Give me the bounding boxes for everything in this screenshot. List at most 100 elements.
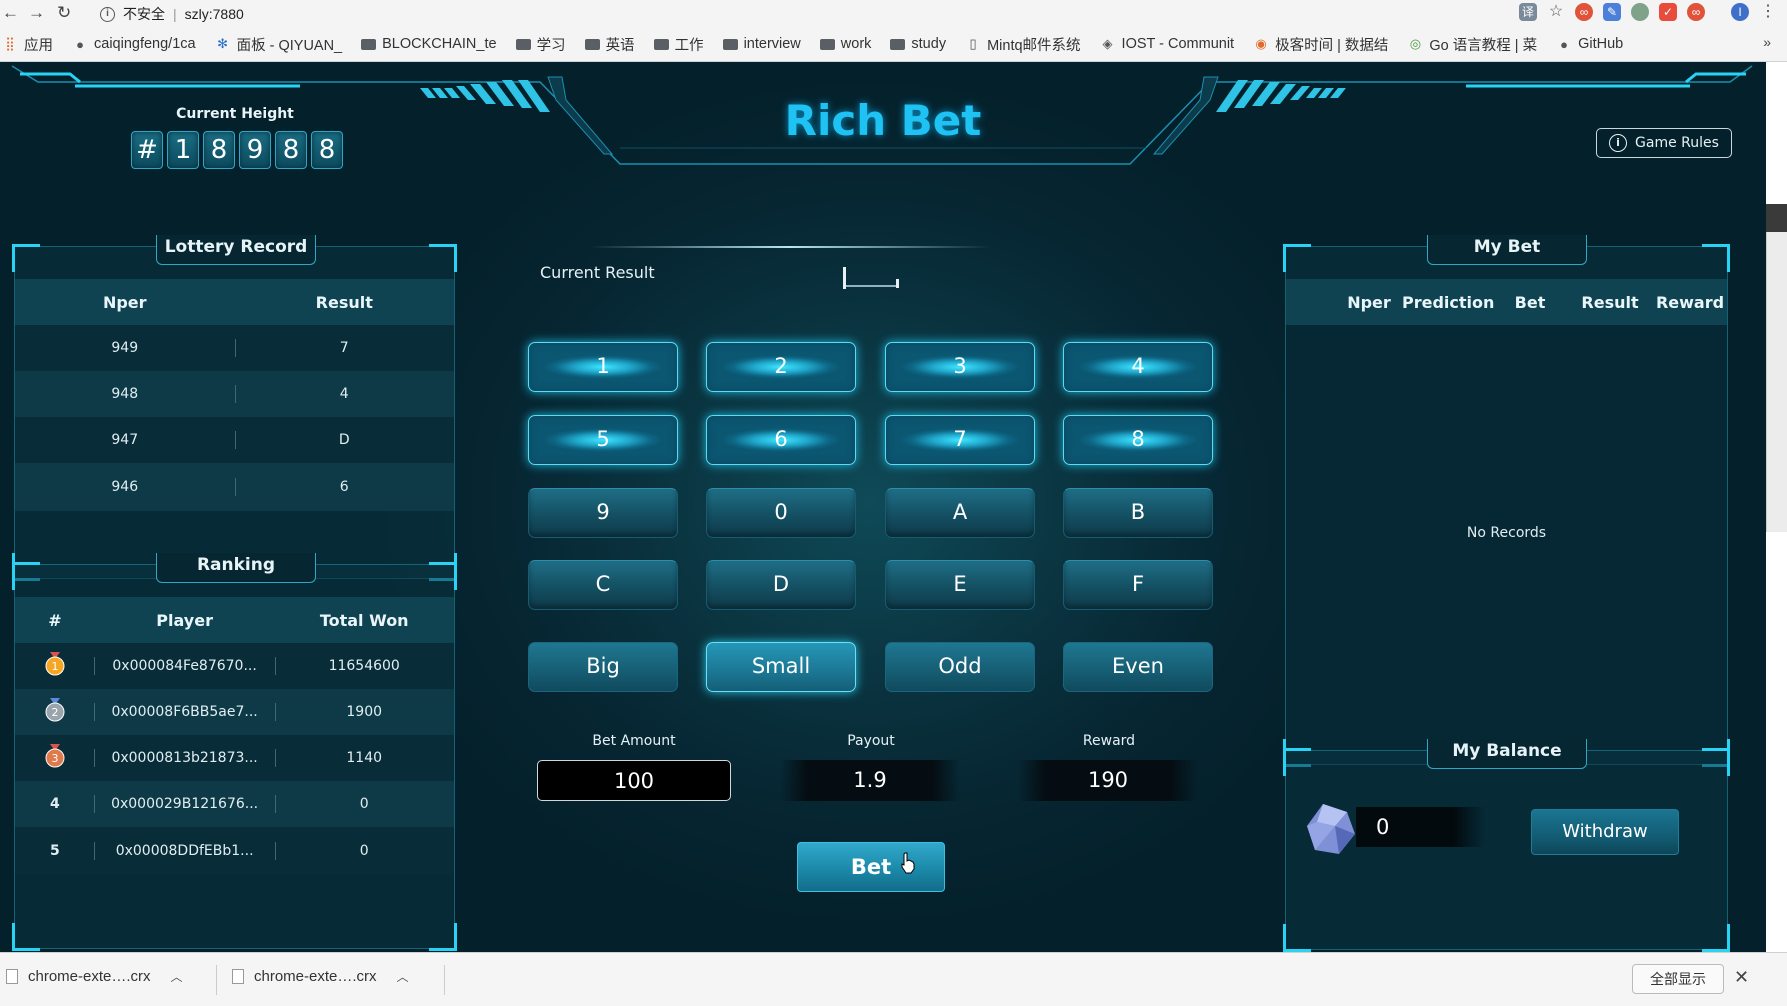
reward-label: Reward [1082,733,1136,749]
bookmark-label: work [840,36,872,52]
bookmark-item[interactable]: ● GitHub [1556,36,1623,52]
key-4[interactable]: 4 [1063,342,1213,392]
bookmark-folder[interactable]: interview [722,36,801,52]
browser-chrome: ← → ↻ i 不安全 | szly:7880 译 ☆ ∞ ✎ ✓ ∞ I ⋮ … [0,0,1787,62]
key-a[interactable]: A [885,488,1035,538]
total-won-cell: 0 [359,843,369,859]
extension-icon[interactable]: ✎ [1603,3,1621,21]
bet-button[interactable]: Bet [797,842,945,892]
column-header-nper: Nper [102,292,147,312]
scrollbar-thumb[interactable] [1766,204,1787,232]
show-all-button[interactable]: 全部显示 [1632,964,1724,994]
folder-icon [361,38,377,50]
bookmark-item[interactable]: ◎ Go 语言教程 | 菜 [1407,34,1537,55]
scrollbar-track[interactable] [1766,204,1787,532]
mode-big-button[interactable]: Big [528,642,678,692]
gem-icon [1307,804,1355,854]
table-row: 946 6 [15,463,454,511]
column-header-bet: Bet [1514,292,1546,312]
key-0[interactable]: 0 [706,488,856,538]
bookmark-folder[interactable]: BLOCKCHAIN_te [361,36,497,52]
mode-small-button[interactable]: Small [706,642,856,692]
row-divider [235,431,236,449]
bookmark-label: 学习 [536,37,566,54]
key-5[interactable]: 5 [528,415,678,465]
url-field[interactable]: i 不安全 | szly:7880 [100,4,244,24]
url-separator: | [173,6,177,22]
geektime-icon: ◉ [1255,36,1267,51]
height-digit: # [131,131,163,169]
close-icon[interactable]: ✕ [1734,967,1749,988]
mode-odd-button[interactable]: Odd [885,642,1035,692]
key-6[interactable]: 6 [706,415,856,465]
bookmark-folder[interactable]: study [890,36,946,52]
chevron-up-icon[interactable]: ︿ [171,968,183,985]
current-result-label: Current Result [540,263,655,282]
balance-value: 0 [1356,807,1486,847]
key-3[interactable]: 3 [885,342,1035,392]
menu-icon[interactable]: ⋮ [1759,3,1777,21]
silver-medal-icon: 2 [15,698,95,726]
bookmark-folder[interactable]: 工作 [653,34,704,55]
github-icon: ● [1560,36,1569,52]
forward-icon[interactable]: → [28,3,45,23]
nper-cell: 949 [111,340,139,356]
total-won-cell: 0 [359,796,369,812]
height-digit: 8 [311,131,343,169]
download-item[interactable]: chrome-exte….crx ︿ [6,968,183,985]
info-icon[interactable]: i [100,6,115,22]
download-item[interactable]: chrome-exte….crx ︿ [232,968,409,985]
withdraw-button[interactable]: Withdraw [1531,809,1679,855]
lottery-record-title: Lottery Record [156,235,316,265]
key-c[interactable]: C [528,560,678,610]
bookmark-folder[interactable]: 英语 [584,34,635,55]
payout-label: Payout [847,733,895,749]
bookmark-item[interactable]: ◉ 极客时间 | 数据结 [1253,34,1388,55]
key-f[interactable]: F [1063,560,1213,610]
extension-icon[interactable]: ∞ [1575,3,1593,21]
bookmark-label: 极客时间 | 数据结 [1275,37,1389,54]
bookmarks-overflow-icon[interactable]: » [1763,34,1771,50]
chevron-up-icon[interactable]: ︿ [397,968,409,985]
bookmarks-bar: ⣿ 应用 ● caiqingfeng/1ca ✻ 面板 - QIYUAN_ BLOC… [0,32,1787,56]
extension-icon[interactable] [1631,3,1649,21]
medal-rank: 3 [51,752,58,765]
game-rules-button[interactable]: i Game Rules [1596,128,1732,158]
key-2[interactable]: 2 [706,342,856,392]
key-7[interactable]: 7 [885,415,1035,465]
bookmark-item[interactable]: ◈ IOST - Communit [1100,36,1235,52]
bet-amount-input[interactable]: 100 [537,760,731,801]
bookmark-label: 面板 - QIYUAN_ [236,37,343,54]
extension-icon[interactable]: ∞ [1687,3,1705,21]
key-9[interactable]: 9 [528,488,678,538]
back-icon[interactable]: ← [2,3,19,23]
profile-avatar[interactable]: I [1731,3,1749,21]
reload-icon[interactable]: ↻ [57,3,71,23]
bookmark-item[interactable]: ✻ 面板 - QIYUAN_ [215,34,343,55]
star-icon[interactable]: ☆ [1547,3,1565,21]
column-header-prediction: Prediction [1402,292,1495,312]
bookmark-apps[interactable]: ⣿ 应用 [2,34,53,55]
bookmark-label: Go 语言教程 | 菜 [1429,37,1538,54]
mode-even-button[interactable]: Even [1063,642,1213,692]
key-b[interactable]: B [1063,488,1213,538]
key-d[interactable]: D [706,560,856,610]
table-row: 5 0x00008DDfEBb1... 0 [15,827,454,875]
bookmark-item[interactable]: ● caiqingfeng/1ca [72,36,196,52]
bookmark-label: caiqingfeng/1ca [94,36,196,52]
key-e[interactable]: E [885,560,1035,610]
extension-icon[interactable]: ✓ [1659,3,1677,21]
result-cell: 6 [339,479,349,495]
bookmark-item[interactable]: ▯ Mintq邮件系统 [965,34,1081,55]
key-1[interactable]: 1 [528,342,678,392]
result-cell: 7 [339,340,349,356]
lottery-table-header: Nper Result [15,279,454,325]
translate-icon[interactable]: 译 [1519,3,1537,21]
height-digit: 1 [167,131,199,169]
bookmark-folder[interactable]: 学习 [515,34,566,55]
column-header-rank: # [48,610,62,630]
bookmark-folder[interactable]: work [819,36,872,52]
rank-cell: 5 [50,843,60,859]
key-8[interactable]: 8 [1063,415,1213,465]
header-accent [20,72,81,84]
